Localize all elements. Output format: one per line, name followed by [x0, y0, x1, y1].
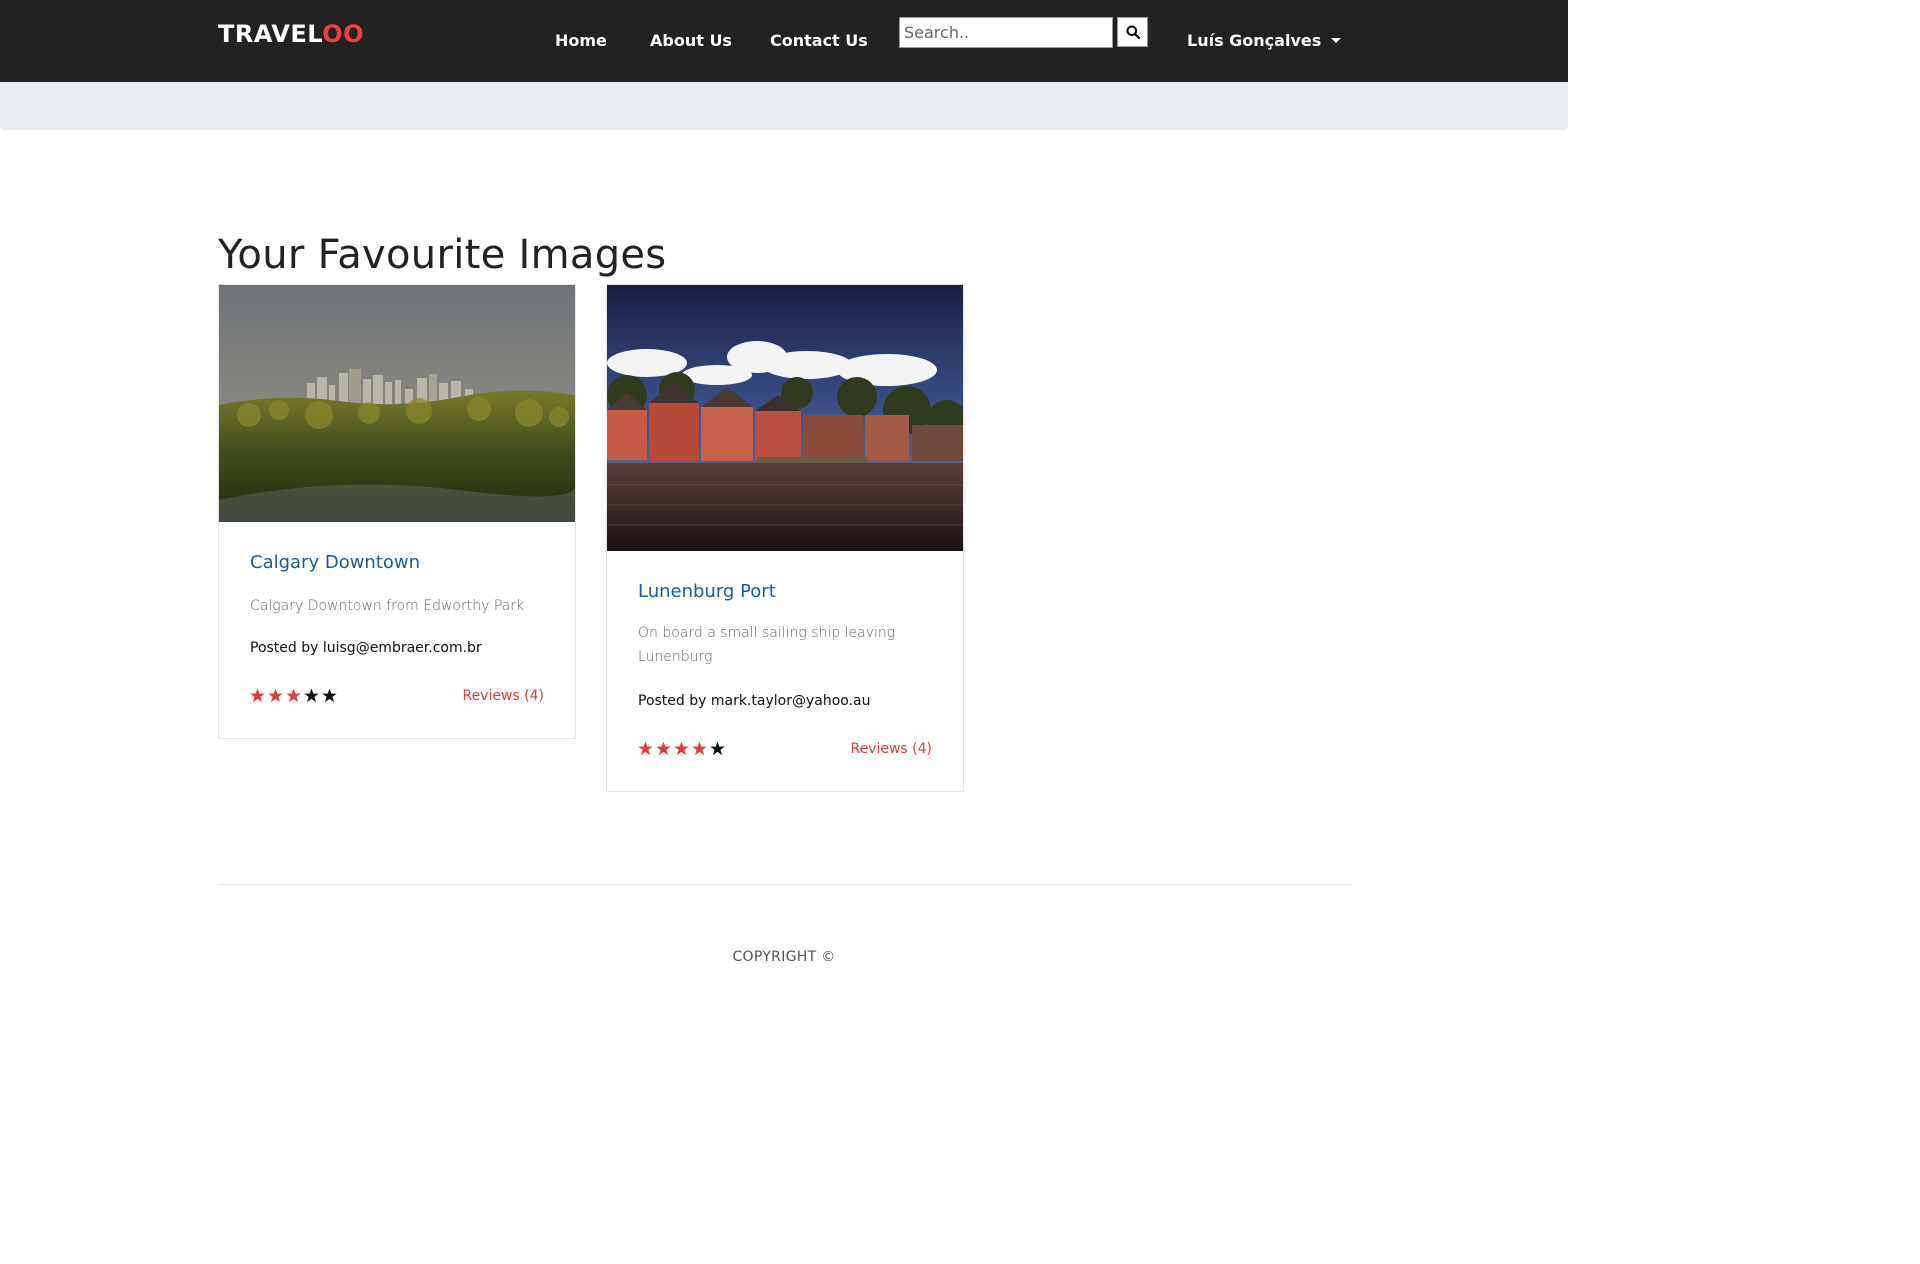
card-author: Posted by mark.taylor@yahoo.au [638, 693, 871, 709]
image-card: Lunenburg Port On board a small sailing … [606, 284, 964, 792]
card-image-lunenburg[interactable] [607, 285, 963, 551]
card-description: Calgary Downtown from Edworthy Park [250, 598, 525, 614]
reviews-link[interactable]: Reviews (4) [850, 741, 932, 757]
card-title[interactable]: Calgary Downtown [250, 552, 420, 573]
nav-link-contact[interactable]: Contact Us [770, 31, 868, 50]
user-menu-dropdown[interactable]: Luís Gonçalves [1187, 31, 1342, 50]
star-icon [304, 688, 319, 703]
star-icon [286, 688, 301, 703]
brand-logo-text: TRAVEL [218, 20, 323, 48]
navbar: TRAVELOO Home About Us Contact Us Luís G… [0, 0, 1568, 82]
nav-link-about[interactable]: About Us [650, 31, 732, 50]
reviews-link[interactable]: Reviews (4) [462, 688, 544, 704]
star-icon [656, 741, 671, 756]
star-icon [250, 688, 265, 703]
star-icon [710, 741, 725, 756]
copyright-text: COPYRIGHT © [732, 949, 836, 965]
brand-logo-accent: OO [322, 20, 365, 48]
star-rating [638, 741, 725, 756]
nav-link-home[interactable]: Home [555, 31, 607, 50]
brand-logo[interactable]: TRAVELOO [218, 20, 364, 48]
sub-header-bar [0, 82, 1568, 130]
card-title[interactable]: Lunenburg Port [638, 581, 776, 602]
card-description: On board a small sailing ship leaving Lu… [638, 625, 896, 665]
card-author: Posted by luisg@embraer.com.br [250, 640, 482, 656]
star-icon [638, 741, 653, 756]
search-button[interactable] [1117, 17, 1148, 47]
card-image-calgary[interactable] [219, 285, 575, 522]
star-icon [674, 741, 689, 756]
caret-down-icon [1331, 38, 1342, 43]
star-rating [250, 688, 337, 703]
user-name: Luís Gonçalves [1187, 31, 1322, 50]
star-icon [322, 688, 337, 703]
footer-divider [218, 884, 1351, 885]
page-title: Your Favourite Images [218, 232, 667, 278]
star-icon [692, 741, 707, 756]
search-input[interactable] [899, 17, 1113, 48]
image-card: Calgary Downtown Calgary Downtown from E… [218, 284, 576, 739]
search-icon [1126, 25, 1140, 39]
star-icon [268, 688, 283, 703]
